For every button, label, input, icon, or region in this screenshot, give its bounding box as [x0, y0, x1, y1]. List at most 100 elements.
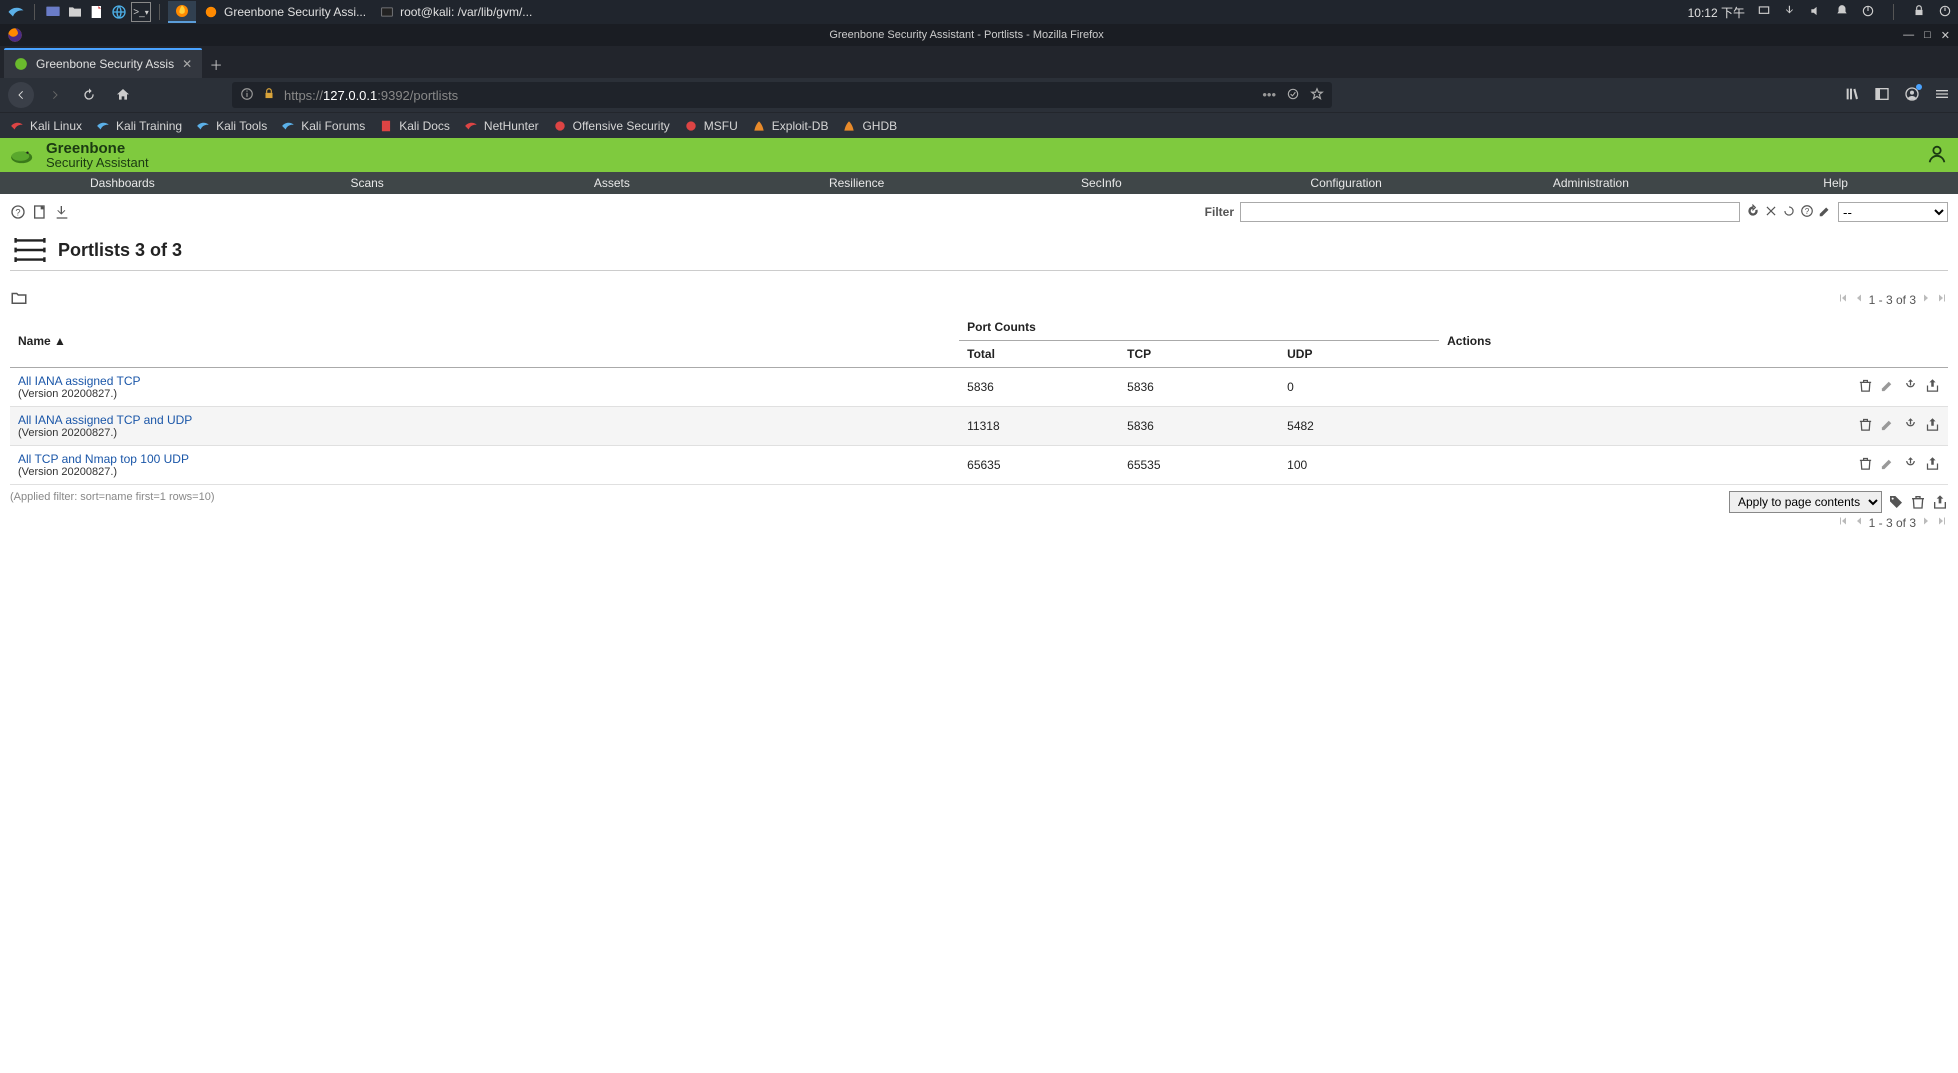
nav-configuration[interactable]: Configuration	[1224, 173, 1469, 193]
action-delete-icon[interactable]	[1854, 421, 1873, 435]
workspace-icon[interactable]	[43, 2, 63, 22]
nav-reload-button[interactable]	[76, 82, 102, 108]
col-udp[interactable]: UDP	[1279, 341, 1439, 368]
kali-menu-icon[interactable]	[6, 2, 26, 22]
bm-kali-linux[interactable]: Kali Linux	[10, 119, 82, 133]
filter-help-icon[interactable]: ?	[1800, 204, 1814, 221]
action-delete-icon[interactable]	[1854, 382, 1873, 396]
page-first-icon[interactable]	[1837, 292, 1849, 307]
terminal-icon[interactable]: >_ ▾	[131, 2, 151, 22]
greenbone-logo[interactable]: Greenbone Security Assistant	[10, 141, 149, 169]
bookmark-star-icon[interactable]	[1310, 87, 1324, 104]
folder-icon[interactable]	[10, 289, 28, 310]
content-toolbar: ? Filter ? --	[10, 198, 1948, 226]
filter-edit-icon[interactable]	[1818, 204, 1832, 221]
tray-power-icon[interactable]	[1861, 4, 1875, 21]
bm-kali-tools[interactable]: Kali Tools	[196, 119, 267, 133]
action-export-icon[interactable]	[1921, 460, 1940, 474]
bm-offensive-security[interactable]: Offensive Security	[553, 119, 670, 133]
nav-administration[interactable]: Administration	[1469, 173, 1714, 193]
bm-msfu[interactable]: MSFU	[684, 119, 738, 133]
new-portlist-icon[interactable]	[32, 204, 48, 220]
tray-download-icon[interactable]	[1783, 4, 1797, 21]
menu-icon[interactable]	[1934, 86, 1950, 105]
taskbar-firefox[interactable]	[168, 1, 196, 23]
page-next-icon[interactable]	[1920, 515, 1932, 530]
url-more-icon[interactable]: •••	[1262, 87, 1276, 104]
filter-apply-icon[interactable]	[1746, 204, 1760, 221]
bm-exploit-db[interactable]: Exploit-DB	[752, 119, 829, 133]
portlist-link[interactable]: All TCP and Nmap top 100 UDP	[18, 452, 189, 466]
nav-resilience[interactable]: Resilience	[734, 173, 979, 193]
action-clone-icon[interactable]	[1899, 421, 1918, 435]
tray-logout-icon[interactable]	[1938, 4, 1952, 21]
window-minimize[interactable]: —	[1903, 29, 1914, 42]
nav-help[interactable]: Help	[1713, 173, 1958, 193]
bulk-export-icon[interactable]	[1932, 494, 1948, 510]
action-edit-icon[interactable]	[1876, 382, 1895, 396]
portlist-link[interactable]: All IANA assigned TCP and UDP	[18, 413, 192, 427]
bm-nethunter[interactable]: NetHunter	[464, 119, 539, 133]
bm-kali-training[interactable]: Kali Training	[96, 119, 182, 133]
sidebar-icon[interactable]	[1874, 86, 1890, 105]
tray-lock-icon[interactable]	[1912, 4, 1926, 21]
nav-home-button[interactable]	[110, 82, 136, 108]
col-total[interactable]: Total	[959, 341, 1119, 368]
page-next-icon[interactable]	[1920, 292, 1932, 307]
tray-volume-icon[interactable]	[1809, 4, 1823, 21]
action-export-icon[interactable]	[1921, 382, 1940, 396]
bm-kali-docs[interactable]: Kali Docs	[379, 119, 450, 133]
action-delete-icon[interactable]	[1854, 460, 1873, 474]
page-last-icon[interactable]	[1936, 292, 1948, 307]
bulk-delete-icon[interactable]	[1910, 494, 1926, 510]
note-icon[interactable]	[87, 2, 107, 22]
taskbar-app-gsa[interactable]: Greenbone Security Assi...	[198, 3, 372, 21]
col-tcp[interactable]: TCP	[1119, 341, 1279, 368]
new-tab-button[interactable]: ＋	[202, 50, 230, 78]
help-icon[interactable]: ?	[10, 204, 26, 220]
nav-secinfo[interactable]: SecInfo	[979, 173, 1224, 193]
action-clone-icon[interactable]	[1899, 460, 1918, 474]
action-edit-icon[interactable]	[1876, 460, 1895, 474]
taskbar-app-term[interactable]: root@kali: /var/lib/gvm/...	[374, 3, 544, 21]
nav-scans[interactable]: Scans	[245, 173, 490, 193]
action-edit-icon[interactable]	[1876, 421, 1895, 435]
table-row: All IANA assigned TCP (Version 20200827.…	[10, 368, 1948, 407]
nav-forward-button[interactable]	[42, 82, 68, 108]
action-export-icon[interactable]	[1921, 421, 1940, 435]
action-clone-icon[interactable]	[1899, 382, 1918, 396]
tray-bell-icon[interactable]	[1835, 4, 1849, 21]
nav-dashboards[interactable]: Dashboards	[0, 173, 245, 193]
library-icon[interactable]	[1844, 86, 1860, 105]
ssl-warning-icon[interactable]	[262, 87, 276, 104]
filter-preset-select[interactable]: --	[1838, 202, 1948, 222]
page-prev-icon[interactable]	[1853, 292, 1865, 307]
files-icon[interactable]	[65, 2, 85, 22]
globe-icon[interactable]	[109, 2, 129, 22]
bm-ghdb[interactable]: GHDB	[842, 119, 897, 133]
col-name[interactable]: Name ▲	[10, 314, 959, 368]
filter-remove-icon[interactable]	[1782, 204, 1796, 221]
url-bar[interactable]: https://127.0.0.1:9392/portlists •••	[232, 82, 1332, 108]
page-last-icon[interactable]	[1936, 515, 1948, 530]
page-prev-icon[interactable]	[1853, 515, 1865, 530]
nav-back-button[interactable]	[8, 82, 34, 108]
reader-mode-icon[interactable]	[1286, 87, 1300, 104]
import-icon[interactable]	[54, 204, 70, 220]
site-info-icon[interactable]	[240, 87, 254, 104]
tab-greenbone[interactable]: Greenbone Security Assis ✕	[4, 48, 202, 78]
filter-input[interactable]	[1240, 202, 1740, 222]
window-close[interactable]: ✕	[1941, 29, 1950, 42]
user-menu-icon[interactable]	[1926, 143, 1948, 168]
bm-kali-forums[interactable]: Kali Forums	[281, 119, 365, 133]
nav-assets[interactable]: Assets	[490, 173, 735, 193]
page-first-icon[interactable]	[1837, 515, 1849, 530]
portlist-link[interactable]: All IANA assigned TCP	[18, 374, 141, 388]
window-maximize[interactable]: □	[1924, 29, 1931, 42]
tab-close-icon[interactable]: ✕	[182, 57, 192, 71]
bulk-tag-icon[interactable]	[1888, 494, 1904, 510]
bulk-action-select[interactable]: Apply to page contents	[1729, 491, 1882, 513]
account-icon[interactable]	[1904, 86, 1920, 105]
tray-display-icon[interactable]	[1757, 4, 1771, 21]
filter-reset-icon[interactable]	[1764, 204, 1778, 221]
